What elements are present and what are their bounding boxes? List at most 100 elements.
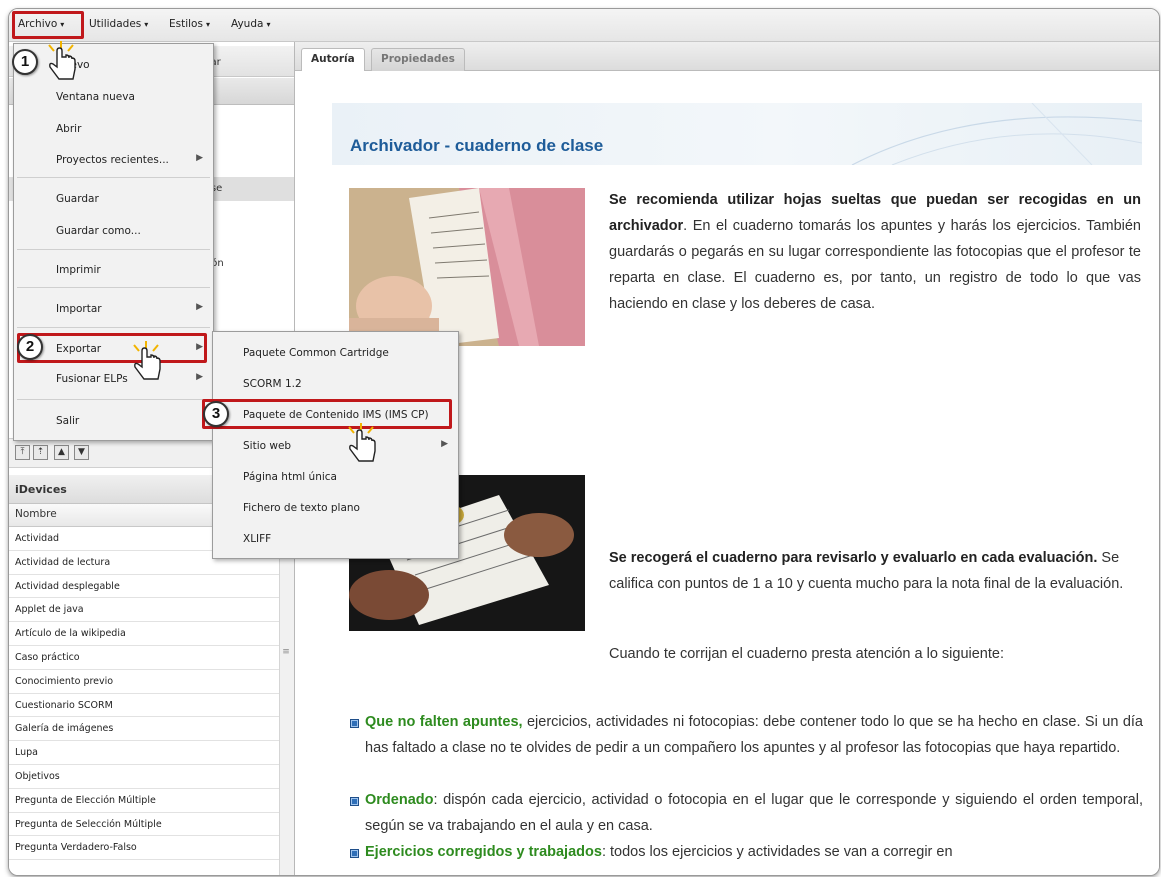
menu-separator	[17, 177, 210, 178]
idevice-item[interactable]: Conocimiento previo	[9, 670, 279, 694]
bullet-item: Que no falten apuntes, ejercicios, activ…	[365, 709, 1143, 761]
menu-item-label: Página html única	[243, 471, 337, 483]
app-window: Archivo▾ Utilidades▾ Estilos▾ Ayuda▾ bra…	[8, 8, 1160, 876]
pointer-hand-icon	[48, 41, 76, 80]
highlight-archivo	[12, 11, 84, 39]
menu-item-guardar[interactable]: Guardar	[14, 184, 213, 214]
pointer-hand-icon	[348, 423, 376, 462]
paragraph-3: Cuando te corrijan el cuaderno presta at…	[609, 646, 1004, 662]
idevice-item[interactable]: Pregunta de Selección Múltiple	[9, 813, 279, 837]
tab-autoria[interactable]: Autoría	[301, 48, 365, 71]
step-2-badge: 2	[17, 334, 43, 360]
menu-separator	[17, 327, 210, 328]
binder-photo-art	[349, 188, 585, 346]
chevron-down-icon: ▾	[144, 20, 149, 29]
menu-item-ventana-nueva[interactable]: Ventana nueva	[14, 82, 213, 112]
menu-bar: Archivo ▾ Utilidades ▾ Estilos ▾ Ayuda ▾	[9, 9, 1159, 42]
bullet-lead: Ordenado	[365, 792, 434, 808]
submenu-arrow-icon: ▶	[196, 302, 203, 312]
bullet-lead: Que no falten apuntes,	[365, 714, 523, 730]
bullet-icon	[350, 849, 359, 858]
menu-item-label: Guardar	[56, 193, 99, 205]
submenu-arrow-icon: ▶	[441, 439, 448, 449]
demote-icon[interactable]: ▼	[74, 445, 89, 460]
submenu-arrow-icon: ▶	[196, 153, 203, 163]
step-3-badge: 3	[203, 401, 229, 427]
export-pagina-html[interactable]: Página html única	[213, 462, 458, 492]
menu-item-label: XLIFF	[243, 533, 272, 545]
menu-item-label: Ventana nueva	[56, 91, 135, 103]
highlight-exportar	[17, 333, 207, 363]
menu-item-proyectos-recientes[interactable]: Proyectos recientes... ▶	[14, 145, 213, 175]
menu-item-label: Proyectos recientes...	[56, 154, 169, 166]
idevice-item[interactable]: Cuestionario SCORM	[9, 694, 279, 718]
paragraph-1: Se recomienda utilizar hojas sueltas que…	[609, 187, 1141, 317]
menu-item-label: Imprimir	[56, 264, 101, 276]
paragraph-2: Se recogerá el cuaderno para revisarlo y…	[609, 545, 1143, 597]
submenu-arrow-icon: ▶	[196, 372, 203, 382]
menu-item-label: Fusionar ELPs	[56, 373, 128, 385]
idevice-item[interactable]: Galería de imágenes	[9, 717, 279, 742]
menu-item-label: Sitio web	[243, 440, 292, 452]
menu-item-guardar-como[interactable]: Guardar como...	[14, 216, 213, 246]
menu-estilos[interactable]: Estilos ▾	[169, 18, 210, 30]
scroll-grip-icon[interactable]: ≡	[282, 647, 290, 687]
idevices-list: Actividad Actividad de lectura Actividad…	[9, 527, 279, 861]
export-common-cartridge[interactable]: Paquete Common Cartridge	[213, 338, 458, 368]
menu-item-label: Guardar como...	[56, 225, 141, 237]
file-menu: Nuevo Ventana nueva Abrir Proyectos reci…	[13, 43, 214, 441]
bullet-icon	[350, 719, 359, 728]
menu-item-label: Paquete Common Cartridge	[243, 347, 389, 359]
paragraph-2-bold: Se recogerá el cuaderno para revisarlo y…	[609, 550, 1098, 566]
content-banner: Archivador - cuaderno de clase	[332, 103, 1142, 165]
tab-propiedades[interactable]: Propiedades	[371, 48, 465, 71]
pointer-hand-icon	[133, 341, 161, 380]
export-submenu: Paquete Common Cartridge SCORM 1.2 Paque…	[212, 331, 459, 559]
idevices-column-label: Nombre	[15, 508, 57, 520]
menu-item-label: Salir	[56, 415, 80, 427]
idevice-item[interactable]: Pregunta de Elección Múltiple	[9, 789, 279, 813]
idevice-item[interactable]: Artículo de la wikipedia	[9, 622, 279, 646]
promote-icon[interactable]: ▲	[54, 445, 69, 460]
export-scorm12[interactable]: SCORM 1.2	[213, 369, 458, 399]
paragraph-1-text: . En el cuaderno tomarás los apuntes y h…	[609, 218, 1141, 312]
bullet-icon	[350, 797, 359, 806]
menu-item-importar[interactable]: Importar ▶	[14, 294, 213, 324]
idevice-item[interactable]: Caso práctico	[9, 646, 279, 670]
menu-item-salir[interactable]: Salir	[14, 406, 213, 436]
export-sitio-web[interactable]: Sitio web ▶	[213, 431, 458, 461]
idevices-title: iDevices	[15, 483, 67, 496]
menu-item-imprimir[interactable]: Imprimir	[14, 255, 213, 285]
move-up-icon[interactable]: ⇡	[33, 445, 48, 460]
idevice-item[interactable]: Applet de java	[9, 598, 279, 623]
menu-separator	[17, 249, 210, 250]
export-xliff[interactable]: XLIFF	[213, 524, 458, 554]
menu-item-fusionar-elps[interactable]: Fusionar ELPs ▶	[14, 364, 213, 394]
step-1-badge: 1	[12, 49, 38, 75]
idevice-item[interactable]: Pregunta Verdadero-Falso	[9, 836, 279, 861]
bullet-item: Ejercicios corregidos y trabajados: todo…	[365, 839, 1155, 865]
menu-separator	[17, 287, 210, 288]
menu-item-label: Abrir	[56, 123, 82, 135]
page-title: Archivador - cuaderno de clase	[350, 136, 604, 155]
idevice-item[interactable]: Lupa	[9, 741, 279, 765]
idevice-item[interactable]: Objetivos	[9, 765, 279, 789]
chevron-down-icon: ▾	[205, 20, 210, 29]
export-texto-plano[interactable]: Fichero de texto plano	[213, 493, 458, 523]
bullet-lead: Ejercicios corregidos y trabajados	[365, 844, 602, 860]
idevice-item[interactable]: Actividad desplegable	[9, 575, 279, 599]
idevices-scrollbar[interactable]: ≡	[279, 527, 294, 875]
menu-utilidades[interactable]: Utilidades ▾	[89, 18, 148, 30]
bullet-text: : dispón cada ejercicio, actividad o fot…	[365, 792, 1143, 834]
chevron-down-icon: ▾	[266, 20, 271, 29]
menu-item-label: Fichero de texto plano	[243, 502, 360, 514]
menu-item-abrir[interactable]: Abrir	[14, 114, 213, 144]
menu-item-label: SCORM 1.2	[243, 378, 302, 390]
move-top-icon[interactable]: ⤒	[15, 445, 30, 460]
highlight-ims-cp	[202, 399, 452, 429]
binder-photo	[349, 188, 585, 346]
tab-bar: Autoría Propiedades	[295, 42, 1159, 71]
bullet-text: : todos los ejercicios y actividades se …	[601, 844, 953, 860]
menu-ayuda[interactable]: Ayuda ▾	[231, 18, 270, 30]
menu-separator	[17, 399, 210, 400]
